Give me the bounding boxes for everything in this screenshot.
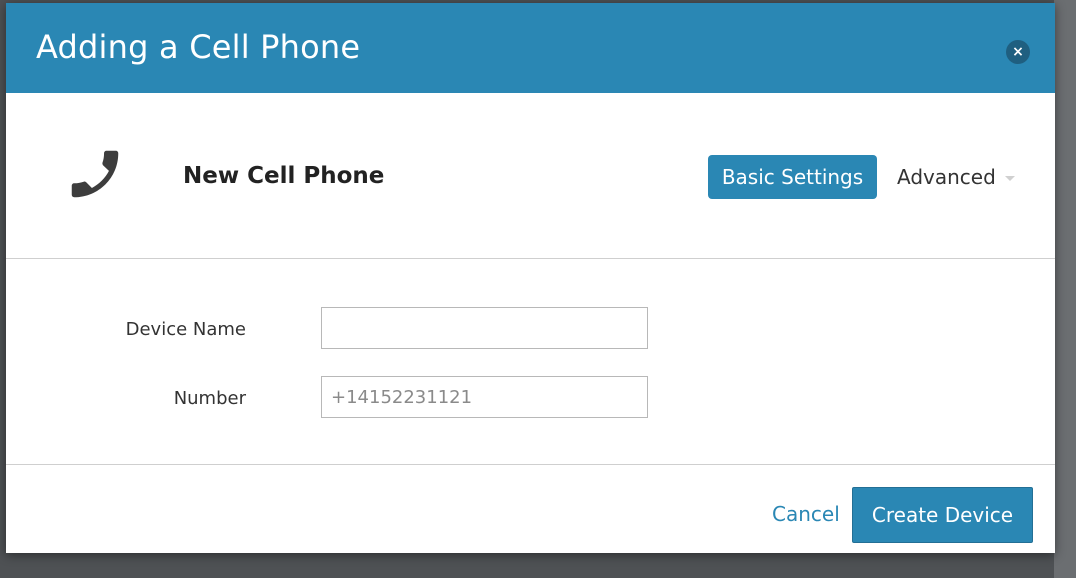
tab-advanced[interactable]: Advanced	[897, 155, 1015, 199]
number-label: Number	[173, 388, 246, 409]
create-device-button[interactable]: Create Device	[852, 487, 1033, 543]
device-name-label: Device Name	[125, 319, 246, 340]
modal-title: Adding a Cell Phone	[36, 28, 361, 66]
close-button[interactable]: ×	[1006, 40, 1030, 64]
device-summary: New Cell Phone Basic Settings Advanced	[6, 93, 1055, 259]
add-device-modal: Adding a Cell Phone × New Cell Phone Bas…	[6, 3, 1055, 553]
chevron-down-icon	[1004, 176, 1015, 181]
modal-header: Adding a Cell Phone ×	[6, 3, 1055, 93]
number-field[interactable]	[321, 376, 648, 418]
device-title: New Cell Phone	[183, 163, 385, 189]
device-name-field[interactable]	[321, 307, 648, 349]
modal-footer: Cancel Create Device	[6, 465, 1055, 553]
tab-advanced-label: Advanced	[897, 165, 996, 189]
close-icon: ×	[1012, 44, 1024, 60]
cancel-button[interactable]: Cancel	[772, 502, 840, 526]
backdrop-edge	[1054, 0, 1076, 578]
tab-basic-settings[interactable]: Basic Settings	[708, 155, 877, 199]
device-form: Device Name Number	[6, 259, 1055, 465]
phone-icon	[71, 150, 119, 198]
